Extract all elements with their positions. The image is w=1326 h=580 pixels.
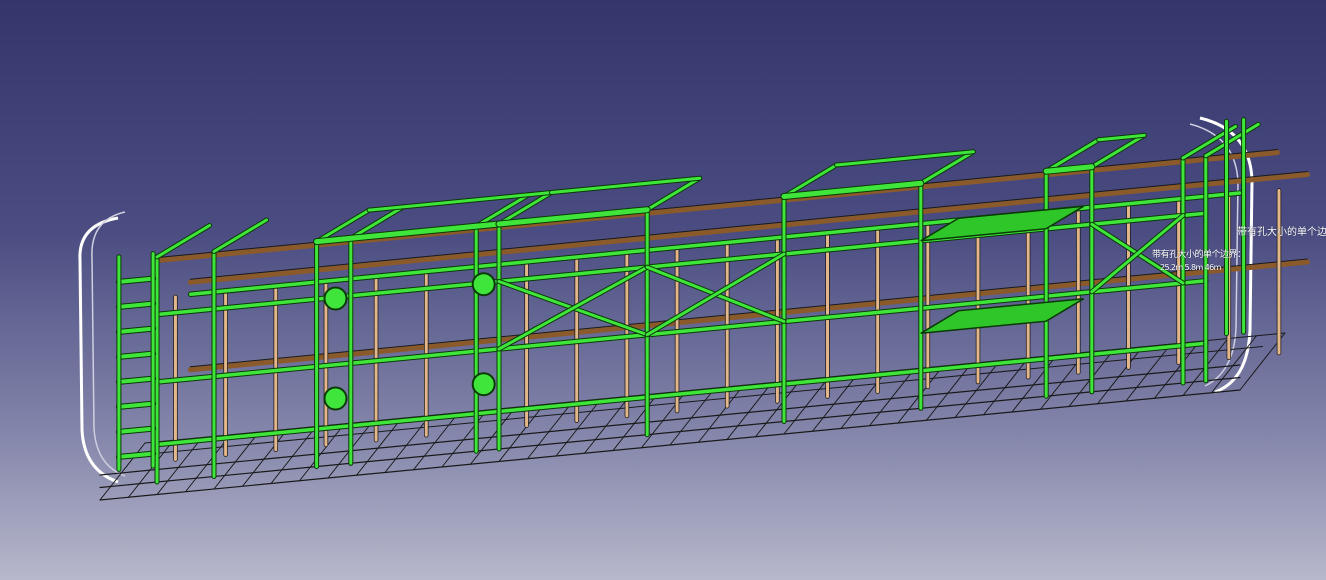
round-mount-2 [323, 386, 348, 411]
left-end-cap [78, 216, 119, 484]
green-top-cross-1 [212, 218, 268, 253]
round-mount-0 [323, 286, 348, 311]
hole-boundary-annotation-overlap[interactable]: 带有孔大小的单个边界： [1152, 247, 1246, 260]
green-structural-frame[interactable] [115, 117, 1261, 485]
mount-details [323, 205, 1085, 411]
round-mount-3 [471, 372, 496, 397]
wire-rail [99, 389, 1241, 501]
chassis-frame-model[interactable] [0, 0, 1326, 580]
round-mount-1 [471, 272, 496, 297]
3d-viewport[interactable]: 带有孔大小的单个边界 带有孔大小的单个边界： 25.2m 5.8m 46m [0, 0, 1326, 580]
hole-boundary-annotation[interactable]: 带有孔大小的单个边界 [1237, 223, 1326, 238]
brown-beam-edge [189, 171, 1308, 280]
green-top-cross-0 [155, 224, 211, 259]
dimension-annotation[interactable]: 25.2m 5.8m 46m [1160, 263, 1221, 272]
brown-beam [187, 172, 1310, 285]
wire-rail [99, 364, 1241, 476]
